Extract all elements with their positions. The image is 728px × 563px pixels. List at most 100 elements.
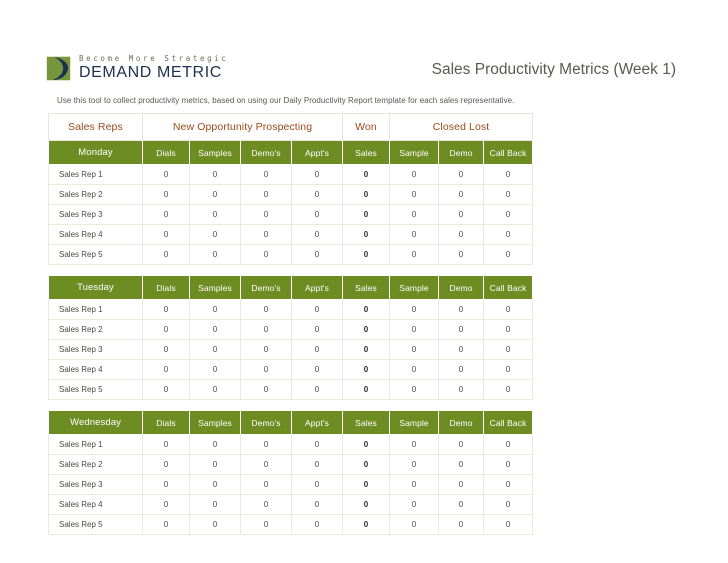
metric-cell-appt-s[interactable]: 0 (290, 474, 344, 495)
metric-cell-demo[interactable]: 0 (438, 204, 485, 225)
metric-cell-appt-s[interactable]: 0 (290, 514, 344, 535)
metric-cell-sample[interactable]: 0 (389, 454, 440, 475)
metric-cell-demo-s[interactable]: 0 (240, 184, 292, 205)
metric-cell-sales[interactable]: 0 (342, 379, 391, 400)
metric-cell-samples[interactable]: 0 (189, 224, 241, 245)
metric-cell-samples[interactable]: 0 (189, 454, 241, 475)
metric-cell-appt-s[interactable]: 0 (290, 454, 344, 475)
metric-cell-call-back[interactable]: 0 (483, 359, 534, 380)
metric-cell-sample[interactable]: 0 (389, 184, 440, 205)
metric-cell-sales[interactable]: 0 (342, 339, 391, 360)
metric-cell-sales[interactable]: 0 (342, 359, 391, 380)
metric-cell-samples[interactable]: 0 (189, 359, 241, 380)
metric-cell-appt-s[interactable]: 0 (290, 434, 344, 455)
metric-cell-sample[interactable]: 0 (389, 359, 440, 380)
metric-cell-sales[interactable]: 0 (342, 224, 391, 245)
metric-cell-call-back[interactable]: 0 (483, 474, 534, 495)
metric-cell-demo[interactable]: 0 (438, 299, 485, 320)
metric-cell-demo-s[interactable]: 0 (240, 379, 292, 400)
metric-cell-sample[interactable]: 0 (389, 379, 440, 400)
metric-cell-call-back[interactable]: 0 (483, 244, 534, 265)
metric-cell-demo-s[interactable]: 0 (240, 474, 292, 495)
metric-cell-sample[interactable]: 0 (389, 204, 440, 225)
metric-cell-demo[interactable]: 0 (438, 434, 485, 455)
metric-cell-appt-s[interactable]: 0 (290, 184, 344, 205)
metric-cell-samples[interactable]: 0 (189, 474, 241, 495)
metric-cell-samples[interactable]: 0 (189, 339, 241, 360)
metric-cell-dials[interactable]: 0 (142, 339, 190, 360)
metric-cell-dials[interactable]: 0 (142, 379, 190, 400)
metric-cell-sales[interactable]: 0 (342, 164, 391, 185)
metric-cell-call-back[interactable]: 0 (483, 184, 534, 205)
metric-cell-appt-s[interactable]: 0 (290, 359, 344, 380)
metric-cell-appt-s[interactable]: 0 (290, 379, 344, 400)
metric-cell-demo-s[interactable]: 0 (240, 454, 292, 475)
metric-cell-sample[interactable]: 0 (389, 514, 440, 535)
metric-cell-dials[interactable]: 0 (142, 204, 190, 225)
metric-cell-demo-s[interactable]: 0 (240, 339, 292, 360)
metric-cell-demo-s[interactable]: 0 (240, 434, 292, 455)
metric-cell-sales[interactable]: 0 (342, 244, 391, 265)
metric-cell-appt-s[interactable]: 0 (290, 164, 344, 185)
metric-cell-demo[interactable]: 0 (438, 379, 485, 400)
metric-cell-demo-s[interactable]: 0 (240, 244, 292, 265)
metric-cell-call-back[interactable]: 0 (483, 299, 534, 320)
metric-cell-samples[interactable]: 0 (189, 379, 241, 400)
metric-cell-sales[interactable]: 0 (342, 514, 391, 535)
metric-cell-samples[interactable]: 0 (189, 514, 241, 535)
metric-cell-demo-s[interactable]: 0 (240, 494, 292, 515)
metric-cell-dials[interactable]: 0 (142, 514, 190, 535)
metric-cell-appt-s[interactable]: 0 (290, 299, 344, 320)
metric-cell-demo[interactable]: 0 (438, 494, 485, 515)
metric-cell-demo[interactable]: 0 (438, 454, 485, 475)
metric-cell-demo[interactable]: 0 (438, 319, 485, 340)
metric-cell-demo[interactable]: 0 (438, 184, 485, 205)
metric-cell-sales[interactable]: 0 (342, 454, 391, 475)
metric-cell-dials[interactable]: 0 (142, 319, 190, 340)
metric-cell-dials[interactable]: 0 (142, 299, 190, 320)
metric-cell-sales[interactable]: 0 (342, 204, 391, 225)
metric-cell-dials[interactable]: 0 (142, 244, 190, 265)
metric-cell-appt-s[interactable]: 0 (290, 204, 344, 225)
metric-cell-sample[interactable]: 0 (389, 474, 440, 495)
metric-cell-call-back[interactable]: 0 (483, 434, 534, 455)
metric-cell-dials[interactable]: 0 (142, 494, 190, 515)
metric-cell-sample[interactable]: 0 (389, 244, 440, 265)
metric-cell-dials[interactable]: 0 (142, 474, 190, 495)
metric-cell-sample[interactable]: 0 (389, 339, 440, 360)
metric-cell-dials[interactable]: 0 (142, 184, 190, 205)
metric-cell-demo[interactable]: 0 (438, 164, 485, 185)
metric-cell-call-back[interactable]: 0 (483, 204, 534, 225)
metric-cell-samples[interactable]: 0 (189, 244, 241, 265)
metric-cell-demo-s[interactable]: 0 (240, 359, 292, 380)
metric-cell-appt-s[interactable]: 0 (290, 339, 344, 360)
metric-cell-dials[interactable]: 0 (142, 224, 190, 245)
metric-cell-sample[interactable]: 0 (389, 224, 440, 245)
metric-cell-demo[interactable]: 0 (438, 339, 485, 360)
metric-cell-call-back[interactable]: 0 (483, 164, 534, 185)
metric-cell-samples[interactable]: 0 (189, 434, 241, 455)
metric-cell-dials[interactable]: 0 (142, 454, 190, 475)
metric-cell-sample[interactable]: 0 (389, 434, 440, 455)
metric-cell-call-back[interactable]: 0 (483, 454, 534, 475)
metric-cell-call-back[interactable]: 0 (483, 379, 534, 400)
metric-cell-sample[interactable]: 0 (389, 299, 440, 320)
metric-cell-demo[interactable]: 0 (438, 359, 485, 380)
metric-cell-call-back[interactable]: 0 (483, 514, 534, 535)
metric-cell-demo-s[interactable]: 0 (240, 514, 292, 535)
metric-cell-demo-s[interactable]: 0 (240, 299, 292, 320)
metric-cell-sales[interactable]: 0 (342, 434, 391, 455)
metric-cell-sample[interactable]: 0 (389, 164, 440, 185)
metric-cell-sales[interactable]: 0 (342, 299, 391, 320)
metric-cell-demo[interactable]: 0 (438, 514, 485, 535)
metric-cell-dials[interactable]: 0 (142, 359, 190, 380)
metric-cell-dials[interactable]: 0 (142, 164, 190, 185)
metric-cell-appt-s[interactable]: 0 (290, 319, 344, 340)
metric-cell-call-back[interactable]: 0 (483, 224, 534, 245)
metric-cell-call-back[interactable]: 0 (483, 339, 534, 360)
metric-cell-call-back[interactable]: 0 (483, 494, 534, 515)
metric-cell-samples[interactable]: 0 (189, 164, 241, 185)
metric-cell-sales[interactable]: 0 (342, 184, 391, 205)
metric-cell-demo[interactable]: 0 (438, 474, 485, 495)
metric-cell-demo-s[interactable]: 0 (240, 224, 292, 245)
